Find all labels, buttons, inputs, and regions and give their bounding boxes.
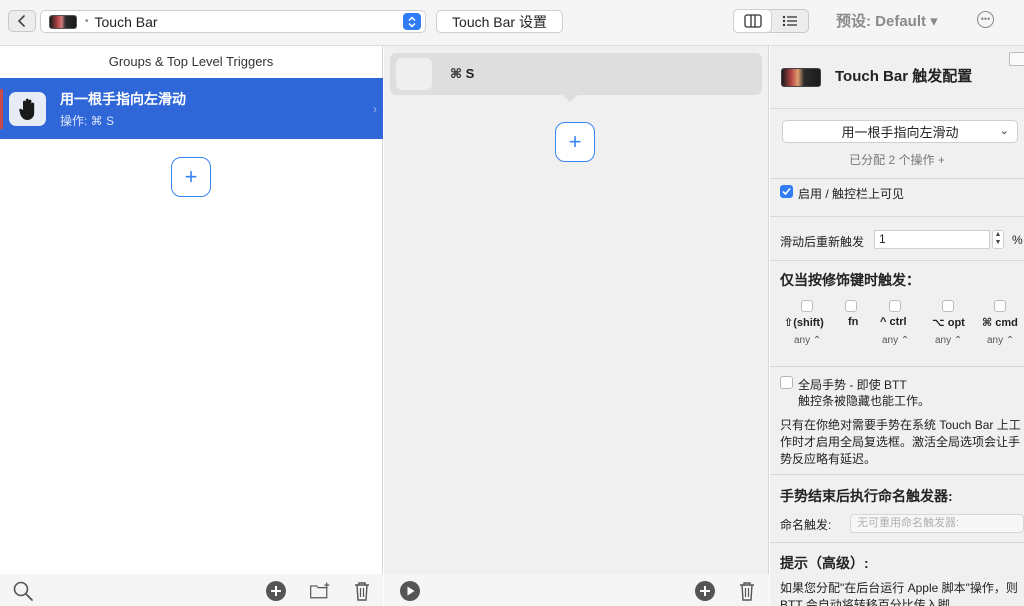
named-trigger-select[interactable]: 无可重用命名触发器: <box>850 514 1024 533</box>
chevron-down-icon: ⌄ <box>999 125 1009 137</box>
columns-icon <box>743 14 762 28</box>
modifiers-heading: 仅当按修饰键时触发： <box>780 272 920 288</box>
retrigger-stepper[interactable]: ▲ ▼ <box>992 230 1004 249</box>
retrigger-unit: % <box>1012 233 1023 247</box>
ctrl-checkbox[interactable] <box>889 300 901 312</box>
opt-checkbox[interactable] <box>942 300 954 312</box>
actions-panel: ⌘ S + <box>384 46 769 606</box>
hand-icon <box>9 92 46 126</box>
enable-checkbox[interactable] <box>780 185 793 198</box>
assigned-actions-text[interactable]: 已分配 2 个操作 + <box>770 151 1024 168</box>
triggers-panel: Groups & Top Level Triggers 用一根手指向左滑动 操作… <box>0 46 383 606</box>
search-icon[interactable] <box>11 580 35 602</box>
cmd-checkbox[interactable] <box>994 300 1006 312</box>
fn-label: fn <box>848 316 859 328</box>
select-arrows-icon <box>403 13 421 30</box>
shift-any-select[interactable]: any ⌃ <box>794 335 821 346</box>
separator-dot: • <box>85 16 89 27</box>
list-view-button[interactable] <box>771 10 808 32</box>
tips-heading: 提示（高级）: <box>780 555 869 571</box>
toolbar: • Touch Bar Touch Bar 设置 预设: Default ▾ •… <box>0 0 1024 46</box>
action-label: ⌘ S <box>450 66 475 81</box>
named-trigger-heading: 手势结束后执行命名触发器: <box>780 488 953 504</box>
touch-bar-settings-button[interactable]: Touch Bar 设置 <box>436 10 563 33</box>
add-action-button[interactable]: + <box>555 122 595 162</box>
trigger-title: 用一根手指向左滑动 <box>60 91 186 107</box>
divider <box>770 260 1024 261</box>
shift-label: ⇧(shift) <box>784 317 824 329</box>
ctrl-label: ^ ctrl <box>880 316 907 328</box>
divider <box>770 474 1024 475</box>
device-label: Touch Bar <box>94 13 158 30</box>
list-icon <box>782 15 797 27</box>
divider <box>770 366 1024 367</box>
chevron-left-icon <box>17 15 25 27</box>
touch-bar-icon <box>49 14 77 29</box>
enable-label: 启用 / 触控栏上可见 <box>798 187 905 201</box>
cmd-label: ⌘ cmd <box>982 317 1018 329</box>
chevron-right-icon: › <box>373 102 377 116</box>
add-circle-icon[interactable] <box>693 580 717 602</box>
ctrl-any-select[interactable]: any ⌃ <box>882 335 909 346</box>
play-icon[interactable] <box>398 580 422 602</box>
trigger-row[interactable]: 用一根手指向左滑动 操作: ⌘ S › <box>0 78 383 139</box>
back-button[interactable] <box>8 10 36 32</box>
add-folder-icon[interactable] <box>308 580 332 602</box>
columns-view-button[interactable] <box>734 10 771 32</box>
preset-menu[interactable]: 预设: Default ▾ <box>836 10 938 31</box>
trash-icon[interactable] <box>735 580 759 602</box>
divider <box>770 108 1024 109</box>
named-trigger-label: 命名触发: <box>780 518 832 532</box>
fn-checkbox[interactable] <box>845 300 857 312</box>
trigger-subtitle: 操作: ⌘ S <box>60 114 115 128</box>
add-circle-icon[interactable] <box>264 580 288 602</box>
trash-icon[interactable] <box>350 580 374 602</box>
opt-label: ⌥ opt <box>932 317 965 329</box>
panel-toggle-icon[interactable] <box>1009 52 1024 66</box>
global-gesture-note: 只有在你绝对需要手势在系统 Touch Bar 上工作时才启用全局复选框。激活全… <box>780 418 1021 466</box>
middle-footer <box>384 574 769 606</box>
cmd-any-select[interactable]: any ⌃ <box>987 335 1014 346</box>
device-select[interactable]: • Touch Bar <box>40 10 426 33</box>
card-notch <box>562 95 578 102</box>
global-gesture-label: 全局手势 - 即使 BTT <box>798 378 907 392</box>
touch-bar-icon <box>781 68 821 87</box>
config-title: Touch Bar 触发配置 <box>835 68 973 85</box>
divider <box>770 178 1024 179</box>
selection-accent <box>0 89 3 129</box>
left-footer <box>0 574 383 606</box>
checkmark-icon <box>782 187 791 196</box>
retrigger-input[interactable]: 1 <box>874 230 990 249</box>
tips-text: 如果您分配"在后台运行 Apple 脚本"操作，则 BTT 会自动将转移百分比传… <box>780 581 1018 606</box>
add-trigger-button[interactable]: + <box>171 157 211 197</box>
divider <box>770 542 1024 543</box>
more-options-icon[interactable]: ••• <box>977 11 994 28</box>
trigger-config-panel: Touch Bar 触发配置 用一根手指向左滑动 ⌄ 已分配 2 个操作 + 启… <box>770 46 1024 606</box>
global-gesture-label-2: 触控条被隐藏也能工作。 <box>798 394 931 408</box>
triggers-header: Groups & Top Level Triggers <box>108 54 274 69</box>
divider <box>770 216 1024 217</box>
retrigger-label: 滑动后重新触发 <box>780 235 865 249</box>
global-gesture-checkbox[interactable] <box>780 376 793 389</box>
shift-checkbox[interactable] <box>801 300 813 312</box>
view-mode-segmented <box>733 9 809 33</box>
action-card[interactable]: ⌘ S <box>390 53 762 95</box>
opt-any-select[interactable]: any ⌃ <box>935 335 962 346</box>
gesture-select[interactable]: 用一根手指向左滑动 ⌄ <box>782 120 1018 143</box>
action-icon-placeholder <box>396 58 432 90</box>
gesture-select-value: 用一根手指向左滑动 <box>841 125 959 140</box>
